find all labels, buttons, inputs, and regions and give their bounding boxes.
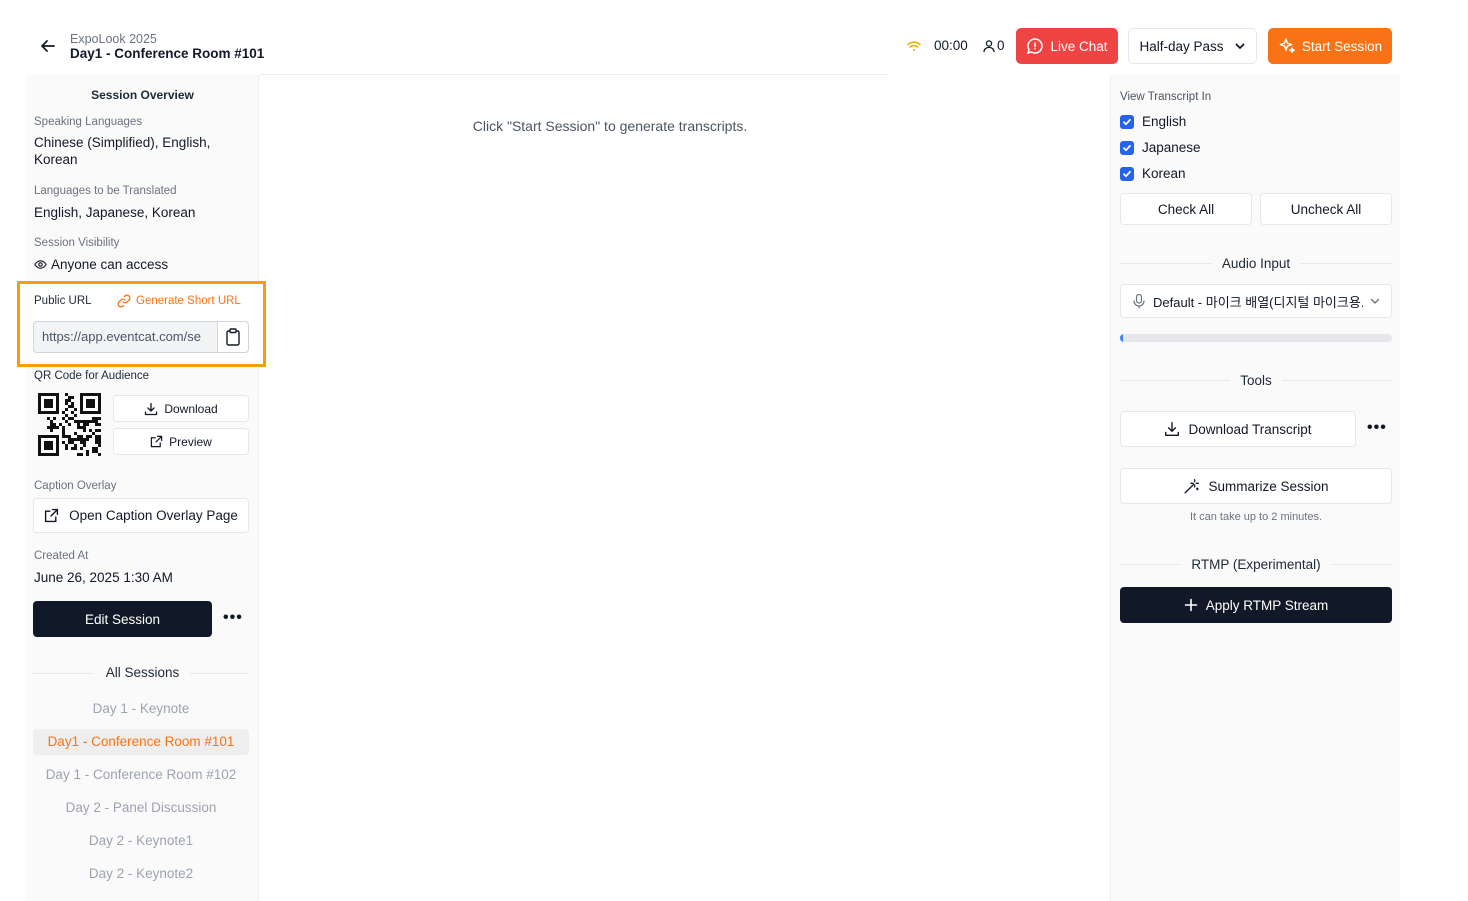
- clipboard-icon: [226, 328, 240, 346]
- header-divider: [260, 74, 888, 75]
- translated-languages-value: English, Japanese, Korean: [34, 205, 196, 220]
- created-at-label: Created At: [34, 550, 89, 562]
- summarize-session-button[interactable]: Summarize Session: [1120, 468, 1392, 504]
- session-item-day1-room101[interactable]: Day1 - Conference Room #101: [33, 729, 249, 755]
- download-qr-button[interactable]: Download: [113, 395, 249, 422]
- summarize-session-label: Summarize Session: [1208, 478, 1329, 494]
- event-name: ExpoLook 2025: [70, 32, 157, 46]
- session-title: Day1 - Conference Room #101: [70, 46, 265, 61]
- tools-title: Tools: [1240, 372, 1272, 388]
- chevron-down-icon: [1235, 43, 1244, 49]
- lang-english-label: English: [1142, 114, 1187, 129]
- uncheck-all-button[interactable]: Uncheck All: [1260, 193, 1392, 225]
- back-button[interactable]: [38, 36, 58, 56]
- preview-qr-label: Preview: [169, 434, 212, 449]
- audio-level-fill: [1120, 334, 1123, 342]
- preview-qr-button[interactable]: Preview: [113, 428, 249, 455]
- audio-device-value: Default - 마이크 배열(디지털 마이크용...: [1153, 294, 1363, 310]
- live-chat-label: Live Chat: [1050, 38, 1108, 54]
- tools-more-button[interactable]: •••: [1367, 419, 1387, 437]
- lang-korean-label: Korean: [1142, 166, 1186, 181]
- external-link-icon: [44, 508, 59, 523]
- checkbox-checked-icon: [1120, 166, 1134, 181]
- checkbox-checked-icon: [1120, 140, 1134, 155]
- session-item-day1-room102[interactable]: Day 1 - Conference Room #102: [33, 762, 249, 788]
- eye-icon: [34, 260, 47, 269]
- transcript-lang-english[interactable]: English: [1120, 114, 1186, 129]
- edit-session-button[interactable]: Edit Session: [33, 601, 212, 637]
- audio-input-title: Audio Input: [1221, 255, 1291, 271]
- translated-languages-label: Languages to be Translated: [34, 185, 177, 197]
- external-link-icon: [150, 435, 163, 448]
- apply-rtmp-button[interactable]: Apply RTMP Stream: [1120, 587, 1392, 623]
- public-url-label: Public URL: [34, 295, 92, 307]
- download-icon: [145, 402, 158, 415]
- caption-overlay-label: Caption Overlay: [34, 480, 117, 492]
- sparkle-icon: [1279, 38, 1295, 54]
- right-panel-border: [1110, 75, 1111, 901]
- link-icon: [117, 294, 131, 308]
- checkbox-checked-icon: [1120, 114, 1134, 129]
- copy-url-button[interactable]: [217, 321, 249, 353]
- left-panel-border: [258, 75, 259, 901]
- plus-icon: [1184, 598, 1198, 612]
- download-transcript-button[interactable]: Download Transcript: [1120, 411, 1356, 447]
- view-transcript-label: View Transcript In: [1120, 91, 1212, 103]
- start-session-label: Start Session: [1301, 38, 1383, 54]
- wifi-icon: [906, 38, 922, 54]
- generate-short-url-link[interactable]: Generate Short URL: [117, 294, 241, 308]
- visibility-value-row: Anyone can access: [34, 256, 168, 273]
- audio-input-select[interactable]: Default - 마이크 배열(디지털 마이크용...: [1120, 284, 1392, 318]
- audio-input-section: Audio Input: [1120, 254, 1392, 272]
- public-url-input[interactable]: https://app.eventcat.com/se: [33, 321, 217, 353]
- user-icon: [982, 39, 996, 53]
- transcript-lang-korean[interactable]: Korean: [1120, 166, 1186, 181]
- back-arrow-icon: [41, 40, 55, 52]
- open-caption-overlay-button[interactable]: Open Caption Overlay Page: [33, 498, 249, 533]
- transcript-empty-message: Click "Start Session" to generate transc…: [472, 118, 748, 134]
- download-icon: [1165, 422, 1180, 436]
- download-qr-label: Download: [164, 401, 218, 416]
- visibility-value: Anyone can access: [51, 257, 169, 272]
- download-transcript-label: Download Transcript: [1188, 421, 1312, 437]
- overview-title: Session Overview: [91, 88, 194, 102]
- open-caption-overlay-label: Open Caption Overlay Page: [69, 508, 238, 523]
- session-more-button[interactable]: •••: [223, 609, 243, 627]
- start-session-button[interactable]: Start Session: [1268, 28, 1392, 64]
- generate-short-url-label: Generate Short URL: [136, 295, 241, 307]
- microphone-icon: [1133, 293, 1145, 309]
- lang-japanese-label: Japanese: [1142, 140, 1201, 155]
- session-item-day2-keynote1[interactable]: Day 2 - Keynote1: [33, 828, 249, 854]
- created-at-value: June 26, 2025 1:30 AM: [34, 570, 173, 585]
- speaking-languages-label: Speaking Languages: [34, 116, 143, 128]
- session-item-day1-keynote[interactable]: Day 1 - Keynote: [33, 696, 249, 722]
- speaking-languages-value: Chinese (Simplified), English, Korean: [34, 135, 211, 167]
- apply-rtmp-label: Apply RTMP Stream: [1205, 597, 1329, 613]
- live-chat-button[interactable]: Live Chat: [1016, 28, 1118, 64]
- check-all-button[interactable]: Check All: [1120, 193, 1252, 225]
- chat-bubble-icon: [1027, 38, 1044, 55]
- chevron-down-icon: [1370, 298, 1380, 304]
- summarize-hint: It can take up to 2 minutes.: [1189, 511, 1323, 523]
- qr-label: QR Code for Audience: [34, 370, 150, 382]
- session-timer: 00:00: [934, 38, 968, 53]
- pass-selected-value: Half-day Pass: [1139, 38, 1224, 54]
- tools-section: Tools: [1120, 371, 1392, 389]
- sessions-divider-right: [190, 673, 249, 674]
- rtmp-title: RTMP (Experimental): [1191, 556, 1321, 572]
- visibility-label: Session Visibility: [34, 237, 120, 249]
- qr-code-image: [38, 393, 101, 456]
- pass-select[interactable]: Half-day Pass: [1128, 28, 1257, 64]
- rtmp-section: RTMP (Experimental): [1120, 555, 1392, 573]
- session-item-day2-panel[interactable]: Day 2 - Panel Discussion: [33, 795, 249, 821]
- audio-level-meter: [1120, 334, 1392, 342]
- magic-wand-icon: [1184, 478, 1200, 494]
- session-item-day2-keynote2[interactable]: Day 2 - Keynote2: [33, 861, 249, 887]
- audience-count: 0: [997, 38, 1005, 53]
- transcript-lang-japanese[interactable]: Japanese: [1120, 140, 1201, 155]
